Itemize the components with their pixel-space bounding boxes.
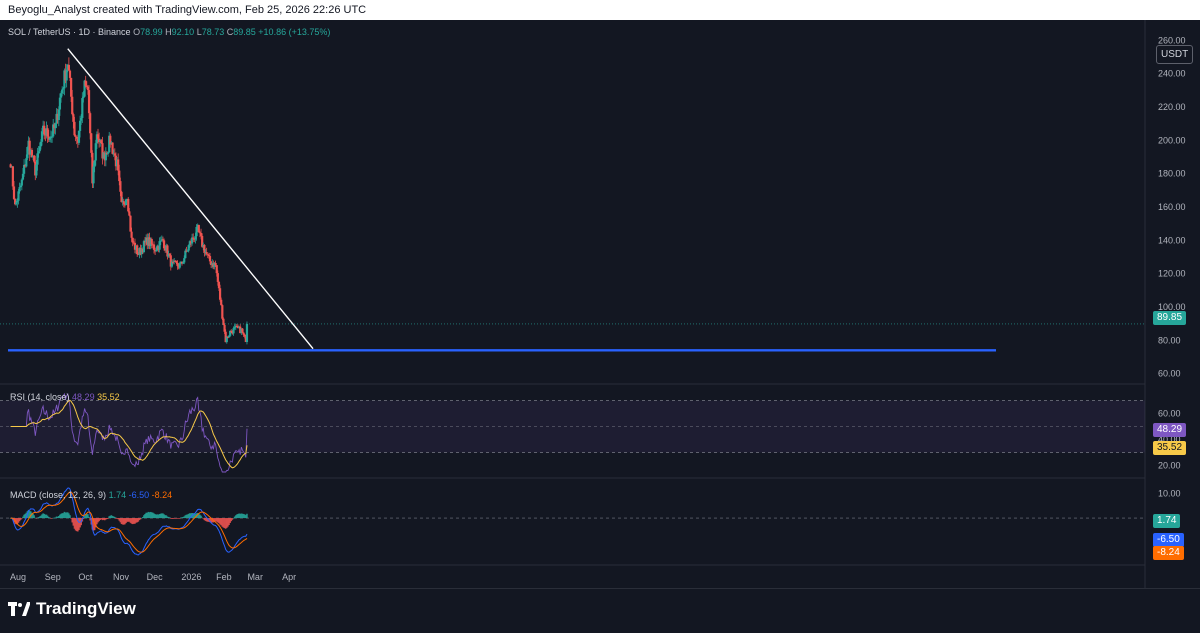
candle-body: [178, 263, 181, 268]
candle-body: [12, 186, 16, 199]
price-tick-label: 220.00: [1158, 102, 1186, 112]
tradingview-logo-icon: [8, 599, 31, 619]
candle-body: [90, 133, 93, 153]
rsi-ma-legend-value: 35.52: [97, 392, 120, 402]
symbol-label: SOL / TetherUS · 1D · Binance: [8, 27, 131, 37]
candle-body: [208, 256, 212, 262]
price-tick-label: 120.00: [1158, 269, 1186, 279]
footer: TradingView: [0, 588, 1200, 633]
tradingview-logo-text: TradingView: [36, 599, 136, 618]
rsi-ma-badge: 35.52: [1153, 441, 1187, 455]
macd-histogram-bar: [69, 515, 71, 519]
rsi-legend: RSI (14, close) 48.29 35.52: [10, 392, 120, 402]
price-tick-label: 160.00: [1158, 202, 1186, 212]
candle-body: [128, 211, 131, 216]
attribution-text: Beyoglu_Analyst created with TradingView…: [8, 4, 367, 16]
hist-legend-value: 1.74: [108, 490, 127, 500]
candle-body: [221, 305, 224, 319]
low-value: 78.73: [201, 27, 225, 37]
price-tick-label: 140.00: [1158, 235, 1186, 245]
candle-body: [20, 179, 23, 186]
candle-body: [245, 323, 249, 343]
price-tick-label: 60.00: [1158, 369, 1181, 379]
candles-group: [9, 57, 249, 345]
candle-body: [74, 135, 77, 137]
macd-histogram-bar: [107, 518, 109, 519]
candle-body: [150, 239, 153, 245]
macd-tick-label: 10.00: [1158, 488, 1181, 498]
candle-body: [130, 231, 133, 238]
macd-histogram-bar: [114, 516, 116, 519]
rsi-tick-label: 20.00: [1158, 461, 1181, 471]
macd-histogram-bar: [246, 513, 248, 519]
candle-body: [68, 70, 72, 78]
currency-button[interactable]: USDT: [1156, 45, 1194, 64]
macd-histogram-bar: [232, 518, 235, 519]
candle-body: [241, 328, 244, 333]
time-tick-label: Dec: [147, 572, 164, 582]
resistance-trendline: [67, 48, 314, 350]
tradingview-logo[interactable]: TradingView: [8, 599, 136, 619]
time-tick-label: Apr: [282, 572, 296, 582]
rsi-tick-label: 60.00: [1158, 409, 1181, 419]
candle-body: [73, 121, 76, 136]
chart-canvas[interactable]: 260.00 240.00 220.00 200.00 180.00 160.00 140.…: [0, 20, 1200, 588]
rsi-badge: 48.29: [1153, 423, 1187, 437]
open-value: 78.99: [140, 27, 163, 37]
time-tick-label: Feb: [216, 572, 232, 582]
candle-body: [214, 262, 217, 266]
change-value: +10.86 (+13.75%): [258, 27, 331, 37]
price-tick-label: 180.00: [1158, 169, 1186, 179]
price-tick-label: 80.00: [1158, 335, 1181, 345]
macd-histogram-bar: [21, 518, 23, 519]
high-value: 92.10: [171, 27, 195, 37]
macd-badge: -6.50: [1153, 533, 1184, 547]
macd-histogram-bar: [33, 515, 35, 519]
rsi-legend-value: 48.29: [72, 392, 95, 402]
macd-legend-value: -6.50: [128, 490, 150, 500]
chart-area[interactable]: 260.00 240.00 220.00 200.00 180.00 160.00 140.…: [0, 20, 1200, 588]
price-tick-label: 260.00: [1158, 35, 1186, 45]
candle-body: [205, 252, 208, 255]
time-tick-label: Oct: [78, 572, 93, 582]
macd-histogram-group: [9, 509, 248, 532]
time-tick-label: Nov: [113, 572, 130, 582]
time-tick-label: Sep: [45, 572, 61, 582]
price-tick-label: 200.00: [1158, 135, 1186, 145]
candle-body: [89, 113, 92, 134]
candle-body: [119, 181, 122, 192]
candle-body: [183, 258, 186, 263]
price-legend: SOL / TetherUS · 1D · Binance O78.99 H92…: [8, 27, 330, 37]
macd-histogram-bar: [88, 516, 90, 519]
time-tick-label: Mar: [247, 572, 263, 582]
candle-body: [87, 90, 91, 114]
macd-histogram-bar: [178, 518, 181, 519]
candle-body: [18, 187, 21, 192]
hist-badge: 1.74: [1153, 514, 1181, 528]
macd-label: MACD (close, 12, 26, 9): [10, 490, 107, 500]
price-badge: 89.85: [1153, 311, 1187, 325]
macd-legend: MACD (close, 12, 26, 9) 1.74 -6.50 -8.24: [10, 490, 172, 500]
time-tick-label: 2026: [181, 572, 201, 582]
macd-histogram-bar: [168, 517, 171, 519]
price-tick-label: 240.00: [1158, 69, 1186, 79]
candle-body: [216, 273, 219, 282]
candle-body: [71, 96, 74, 115]
signal-legend-value: -8.24: [151, 490, 173, 500]
rsi-label: RSI (14, close): [10, 392, 70, 402]
attribution-bar: Beyoglu_Analyst created with TradingView…: [0, 0, 1200, 20]
time-tick-label: Aug: [10, 572, 26, 582]
close-value: 89.85: [233, 27, 256, 37]
signal-badge: -8.24: [1153, 546, 1184, 560]
